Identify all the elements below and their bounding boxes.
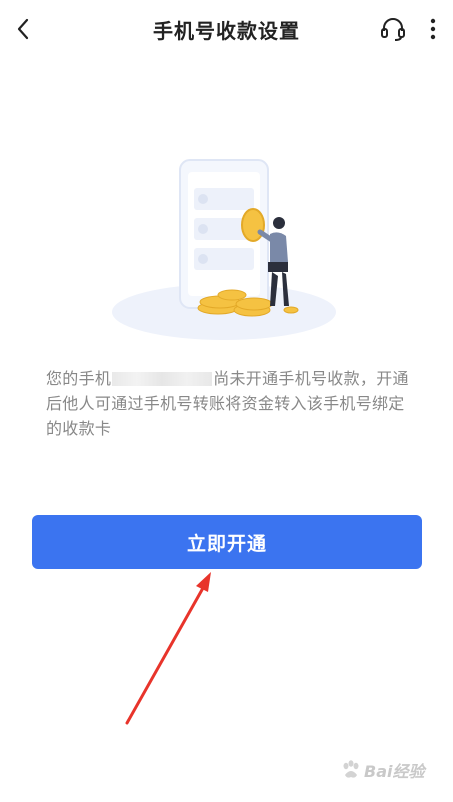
top-bar: 手机号收款设置 bbox=[0, 0, 453, 58]
more-vertical-icon bbox=[430, 18, 436, 40]
paw-icon bbox=[343, 760, 359, 778]
customer-service-button[interactable] bbox=[378, 14, 408, 44]
more-button[interactable] bbox=[422, 14, 444, 44]
watermark: Bai经验 bbox=[340, 748, 450, 792]
masked-phone-number bbox=[112, 372, 213, 386]
open-now-button[interactable]: 立即开通 bbox=[32, 515, 422, 569]
headset-icon bbox=[381, 18, 405, 41]
description-text: 您的手机 尚未开通手机号收款，开通后他人可通过手机号转账将资金转入该手机号绑定的收… bbox=[46, 369, 409, 438]
phone-payment-illustration bbox=[112, 159, 336, 340]
